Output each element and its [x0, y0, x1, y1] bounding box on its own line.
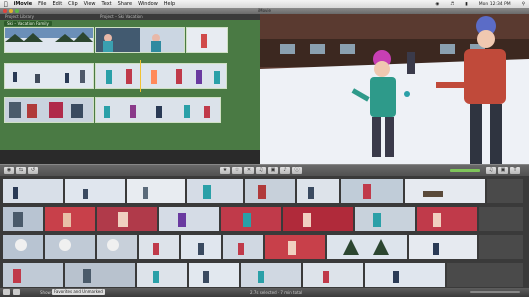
spotlight-icon[interactable]: ⚲ [522, 2, 525, 7]
clip-thumbnail [5, 98, 93, 122]
info-icon[interactable]: ⓘ [292, 167, 302, 174]
zoom-slider[interactable] [470, 291, 520, 293]
playhead[interactable] [140, 60, 141, 92]
event-filmstrip [3, 207, 523, 231]
menu-window[interactable]: Window [138, 1, 158, 7]
video-viewer[interactable] [260, 14, 529, 164]
apple-icon[interactable]:  [4, 1, 8, 8]
crop-icon[interactable]: ▣ [268, 167, 278, 174]
music-browser-icon[interactable]: ♫ [486, 167, 496, 174]
bottom-bar: Show: Favorites and Unmarked 2.7s select… [0, 288, 529, 297]
project-clip[interactable] [95, 27, 185, 53]
undo-icon[interactable]: ↺ [28, 167, 38, 174]
clip-thumbnail [187, 28, 227, 52]
event-clip-row[interactable] [3, 235, 523, 259]
reject-icon[interactable]: ✕ [244, 167, 254, 174]
title-browser-icon[interactable]: T [510, 167, 520, 174]
event-filmstrip [3, 235, 523, 259]
project-clip[interactable] [186, 27, 228, 53]
camera-import-icon[interactable]: ◉ [4, 167, 14, 174]
menu-bar:  iMovie File Edit Clip View Text Share … [0, 0, 529, 8]
project-clip[interactable] [4, 97, 94, 123]
viewer-frame [260, 14, 529, 164]
voiceover-icon[interactable]: ♫ [256, 167, 266, 174]
zoom-window-icon[interactable] [15, 9, 19, 13]
show-label: Show: [40, 290, 52, 295]
project-clip[interactable] [95, 63, 227, 89]
event-filmstrip [3, 263, 523, 287]
event-clip-row[interactable] [3, 179, 523, 203]
volume-icon[interactable]: ♬ [450, 2, 454, 7]
menu-clock[interactable]: Mon 12:34 PM [479, 2, 511, 7]
project-name-label: Ski – Vacation Family [4, 21, 52, 26]
wifi-icon[interactable]: ◉ [435, 2, 439, 7]
audio-meter [450, 169, 480, 172]
clip-thumbnail [5, 64, 93, 88]
swap-icon[interactable]: ⇆ [16, 167, 26, 174]
mark-favorite-icon[interactable]: ★ [220, 167, 230, 174]
clip-thumbnail [96, 28, 184, 52]
event-clip-row[interactable] [3, 207, 523, 231]
project-clip[interactable] [95, 97, 221, 123]
clip-thumbnail [96, 64, 226, 88]
menu-app-name[interactable]: iMovie [14, 1, 33, 7]
show-filter-select[interactable]: Favorites and Unmarked [52, 289, 105, 295]
menu-share[interactable]: Share [118, 1, 132, 7]
menu-file[interactable]: File [38, 1, 46, 7]
menu-clip[interactable]: Clip [68, 1, 77, 7]
menu-view[interactable]: View [84, 1, 96, 7]
menu-text[interactable]: Text [102, 1, 112, 7]
project-clip[interactable] [4, 27, 94, 53]
clip-thumbnail [96, 98, 220, 122]
event-browser[interactable] [0, 176, 529, 288]
project-clip[interactable] [4, 63, 94, 89]
close-window-icon[interactable] [3, 9, 7, 13]
event-clip-row[interactable] [3, 263, 523, 287]
photo-browser-icon[interactable]: ▣ [498, 167, 508, 174]
menu-edit[interactable]: Edit [52, 1, 62, 7]
menu-help[interactable]: Help [164, 1, 175, 7]
clip-thumbnail [5, 28, 93, 52]
unmark-icon[interactable]: ☆ [232, 167, 242, 174]
play-full-screen-icon[interactable] [13, 289, 20, 295]
battery-icon[interactable]: ▮ [465, 2, 467, 7]
minimize-window-icon[interactable] [9, 9, 13, 13]
event-filmstrip [3, 179, 523, 203]
selection-info: 2.7s selected · 7 min total [250, 290, 303, 295]
play-all-icon[interactable] [3, 289, 10, 295]
audio-icon[interactable]: ♪ [280, 167, 290, 174]
